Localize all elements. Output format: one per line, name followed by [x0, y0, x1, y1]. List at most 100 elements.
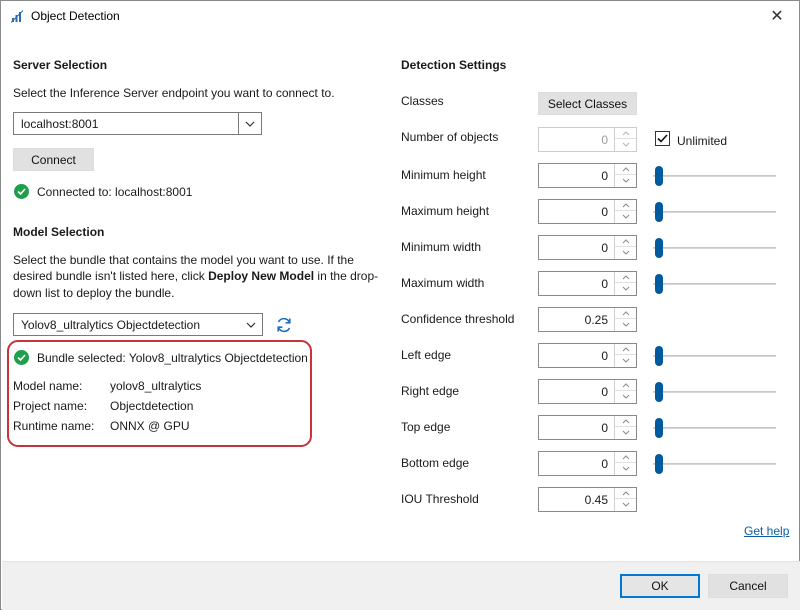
- chevron-up-icon[interactable]: [615, 488, 636, 499]
- minimum-width-label: Minimum width: [401, 240, 482, 254]
- chevron-up-icon[interactable]: [615, 272, 636, 283]
- runtime-name-value: ONNX @ GPU: [110, 419, 190, 433]
- minimum-height-slider[interactable]: [653, 164, 776, 188]
- chevron-down-icon[interactable]: [615, 175, 636, 186]
- number-of-objects-label: Number of objects: [401, 130, 499, 144]
- endpoint-value: localhost:8001: [21, 117, 99, 131]
- top-edge-slider[interactable]: [653, 416, 776, 440]
- unlimited-checkbox[interactable]: [655, 131, 670, 146]
- bottom-edge-value: 0: [601, 457, 608, 471]
- detection-settings-heading: Detection Settings: [401, 58, 507, 72]
- ok-button[interactable]: OK: [620, 574, 700, 598]
- chevron-down-icon[interactable]: [615, 139, 636, 150]
- slider-thumb[interactable]: [655, 454, 663, 474]
- chevron-up-icon[interactable]: [615, 164, 636, 175]
- chevron-down-icon[interactable]: [615, 211, 636, 222]
- chevron-down-icon[interactable]: [615, 427, 636, 438]
- chevron-down-icon[interactable]: [615, 391, 636, 402]
- refresh-icon[interactable]: [275, 316, 293, 334]
- bottom-edge-label: Bottom edge: [401, 456, 470, 470]
- bundle-combobox[interactable]: Yolov8_ultralytics Objectdetection: [13, 313, 263, 336]
- model-desc-line1: Select the bundle that contains the mode…: [13, 253, 354, 267]
- maximum-width-value: 0: [601, 277, 608, 291]
- left-edge-slider[interactable]: [653, 344, 776, 368]
- chevron-down-icon[interactable]: [239, 314, 262, 335]
- iou-threshold-value: 0.45: [584, 493, 608, 507]
- endpoint-combobox[interactable]: localhost:8001: [13, 112, 262, 135]
- chevron-down-icon[interactable]: [238, 113, 261, 134]
- right-edge-spinbox[interactable]: 0: [538, 379, 637, 404]
- maximum-height-spinbox[interactable]: 0: [538, 199, 637, 224]
- confidence-threshold-spinbox[interactable]: 0.25: [538, 307, 637, 332]
- model-desc-line2-b: in the drop-: [314, 269, 379, 283]
- model-name-value: yolov8_ultralytics: [110, 379, 202, 393]
- object-detection-dialog: Object Detection ✕ Server Selection Sele…: [0, 0, 800, 610]
- slider-thumb[interactable]: [655, 382, 663, 402]
- chevron-down-icon[interactable]: [615, 499, 636, 510]
- chevron-up-icon[interactable]: [615, 128, 636, 139]
- deploy-new-model-text: Deploy New Model: [208, 269, 315, 283]
- left-edge-value: 0: [601, 349, 608, 363]
- unlimited-label: Unlimited: [677, 134, 728, 148]
- top-edge-spinbox[interactable]: 0: [538, 415, 637, 440]
- bundle-value: Yolov8_ultralytics Objectdetection: [21, 318, 200, 332]
- get-help-link[interactable]: Get help: [744, 524, 789, 538]
- slider-thumb[interactable]: [655, 238, 663, 258]
- chevron-down-icon[interactable]: [615, 247, 636, 258]
- top-edge-value: 0: [601, 421, 608, 435]
- minimum-height-spinbox[interactable]: 0: [538, 163, 637, 188]
- connection-status: Connected to: localhost:8001: [37, 185, 193, 199]
- chevron-down-icon[interactable]: [615, 355, 636, 366]
- iou-threshold-spinbox[interactable]: 0.45: [538, 487, 637, 512]
- slider-thumb[interactable]: [655, 274, 663, 294]
- right-edge-slider[interactable]: [653, 380, 776, 404]
- chevron-down-icon[interactable]: [615, 283, 636, 294]
- slider-thumb[interactable]: [655, 166, 663, 186]
- iou-threshold-label: IOU Threshold: [401, 492, 479, 506]
- close-button[interactable]: ✕: [755, 1, 799, 31]
- confidence-threshold-label: Confidence threshold: [401, 312, 515, 326]
- minimum-height-label: Minimum height: [401, 168, 486, 182]
- chevron-down-icon[interactable]: [615, 319, 636, 330]
- minimum-width-spinbox[interactable]: 0: [538, 235, 637, 260]
- model-desc-line2-a: desired bundle isn't listed here, click: [13, 269, 209, 283]
- chevron-up-icon[interactable]: [615, 380, 636, 391]
- chevron-down-icon[interactable]: [615, 463, 636, 474]
- confidence-threshold-value: 0.25: [584, 313, 608, 327]
- left-edge-spinbox[interactable]: 0: [538, 343, 637, 368]
- maximum-height-label: Maximum height: [401, 204, 490, 218]
- model-desc-line2: desired bundle isn't listed here, click …: [13, 268, 378, 284]
- maximum-height-slider[interactable]: [653, 200, 776, 224]
- connect-button[interactable]: Connect: [13, 148, 94, 171]
- model-desc-line3: down list to deploy the bundle.: [13, 286, 175, 300]
- number-of-objects-value: 0: [601, 133, 608, 147]
- slider-thumb[interactable]: [655, 346, 663, 366]
- server-selection-heading: Server Selection: [13, 58, 108, 72]
- maximum-height-value: 0: [601, 205, 608, 219]
- maximum-width-slider[interactable]: [653, 272, 776, 296]
- model-selection-heading: Model Selection: [13, 225, 105, 239]
- maximum-width-label: Maximum width: [401, 276, 485, 290]
- chevron-up-icon[interactable]: [615, 416, 636, 427]
- chevron-up-icon[interactable]: [615, 452, 636, 463]
- bottom-edge-spinbox[interactable]: 0: [538, 451, 637, 476]
- window-title: Object Detection: [31, 9, 120, 23]
- chevron-up-icon[interactable]: [615, 200, 636, 211]
- select-classes-button[interactable]: Select Classes: [538, 92, 637, 115]
- slider-thumb[interactable]: [655, 202, 663, 222]
- slider-thumb[interactable]: [655, 418, 663, 438]
- success-check-icon: [14, 184, 29, 199]
- minimum-width-value: 0: [601, 241, 608, 255]
- number-of-objects-spinbox[interactable]: 0: [538, 127, 637, 152]
- chevron-up-icon[interactable]: [615, 236, 636, 247]
- chevron-up-icon[interactable]: [615, 344, 636, 355]
- classes-label: Classes: [401, 94, 444, 108]
- checkmark-icon: [657, 134, 668, 143]
- minimum-width-slider[interactable]: [653, 236, 776, 260]
- chevron-up-icon[interactable]: [615, 308, 636, 319]
- cancel-button[interactable]: Cancel: [708, 574, 788, 598]
- maximum-width-spinbox[interactable]: 0: [538, 271, 637, 296]
- close-icon: ✕: [770, 8, 784, 25]
- bottom-edge-slider[interactable]: [653, 452, 776, 476]
- project-name-value: Objectdetection: [110, 399, 194, 413]
